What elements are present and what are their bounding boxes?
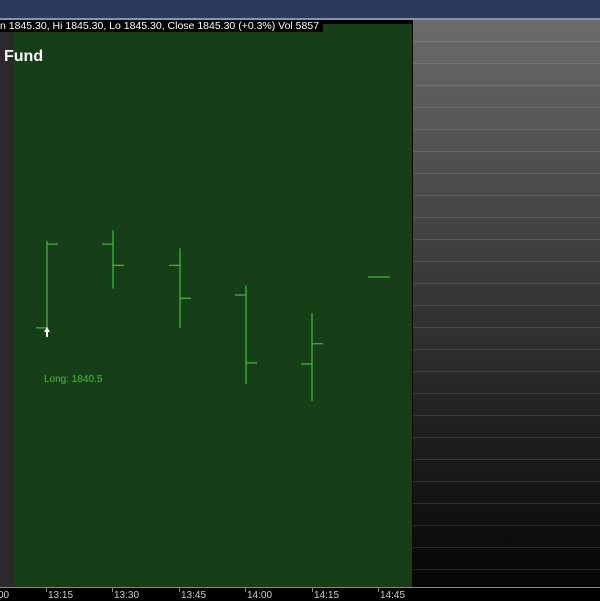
time-axis-label: 14:00 <box>247 590 273 601</box>
time-axis-label: 14:15 <box>314 590 340 601</box>
time-axis-label: 13:45 <box>181 590 207 601</box>
time-axis-label: 00 <box>0 590 10 601</box>
time-axis-tick <box>245 588 246 592</box>
time-axis-tick <box>312 588 313 592</box>
time-axis-tick <box>46 588 47 592</box>
long-position-label: Long: 1840.5 <box>44 374 103 385</box>
time-axis-tick <box>112 588 113 592</box>
time-axis-label: 14:45 <box>380 590 406 601</box>
time-axis-label: 13:15 <box>48 590 74 601</box>
time-axis-label: 13:30 <box>114 590 140 601</box>
ohlc-bars <box>36 230 390 402</box>
time-axis-tick <box>378 588 379 592</box>
time-axis-tick <box>179 588 180 592</box>
time-axis: 00 13:15 13:30 13:45 14:00 14:15 14:45 <box>0 587 600 601</box>
